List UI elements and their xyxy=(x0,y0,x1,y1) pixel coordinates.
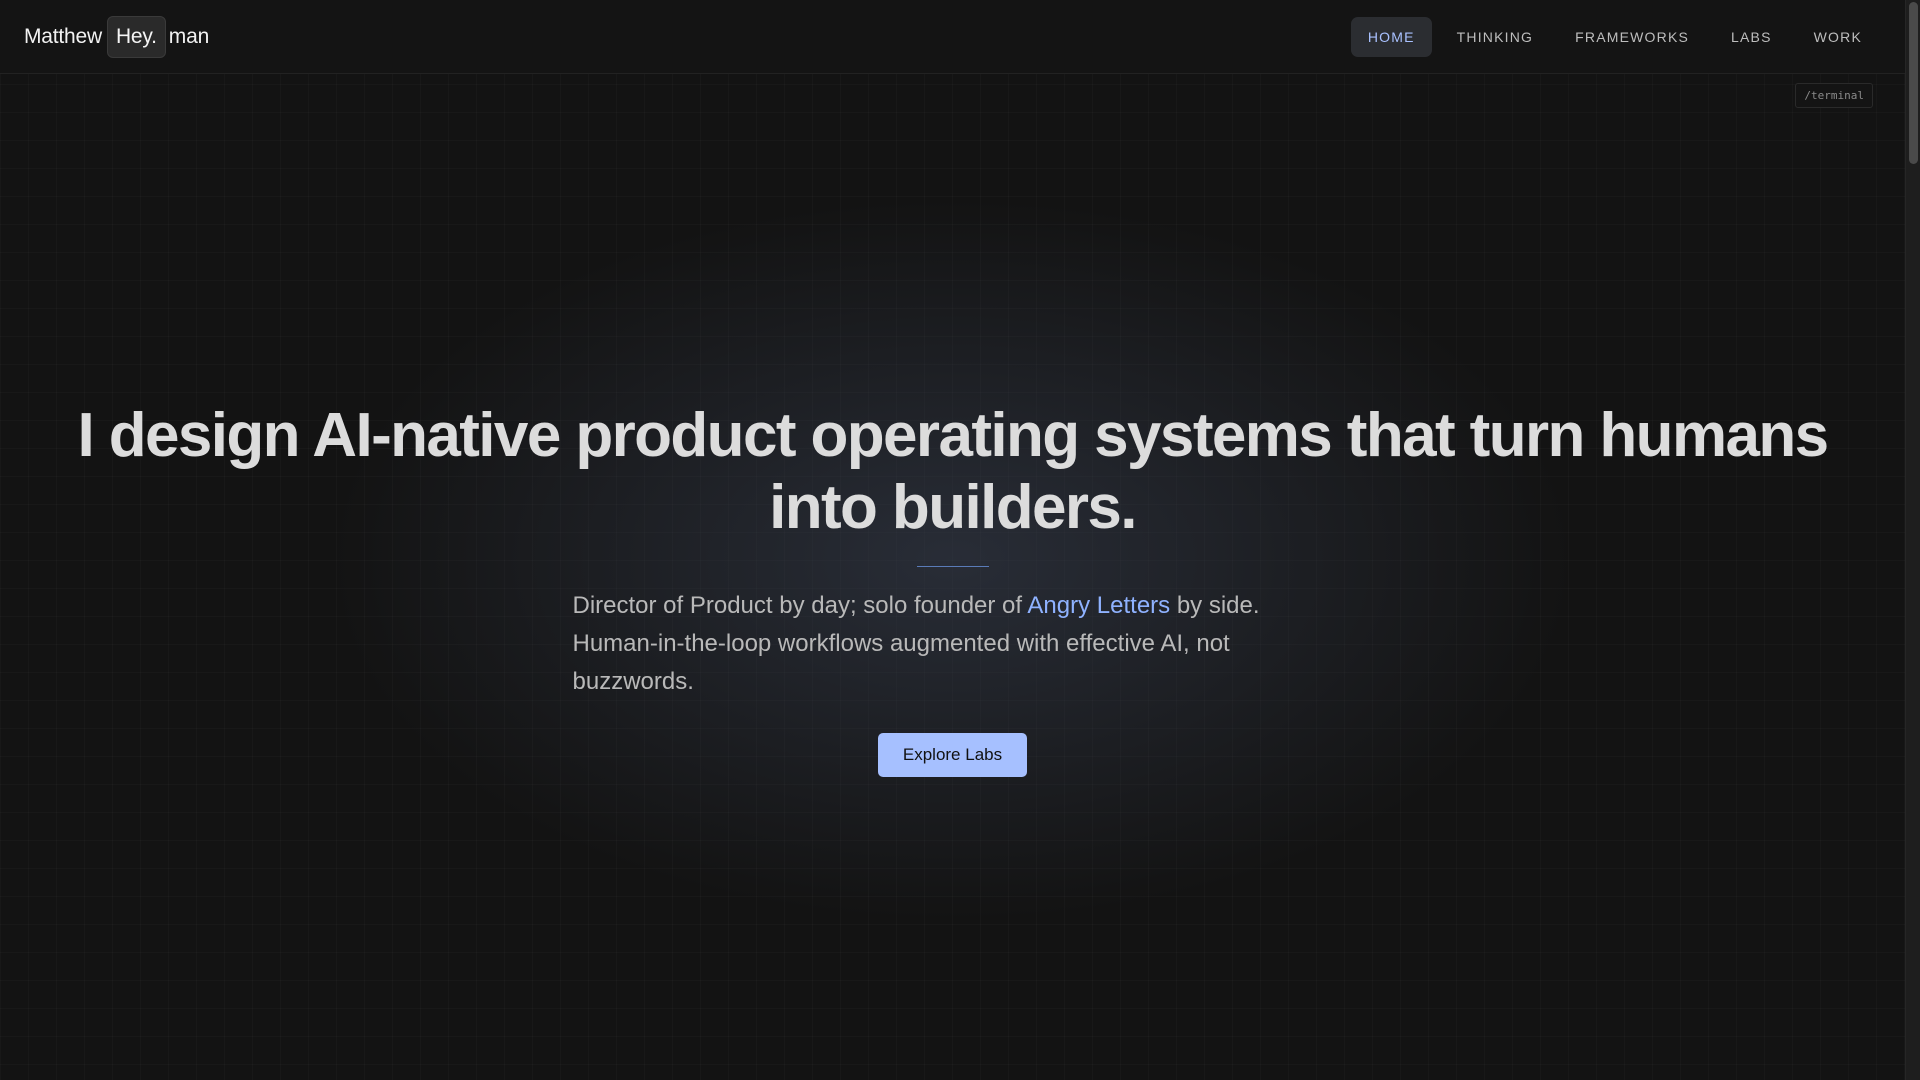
nav-item-thinking[interactable]: THINKING xyxy=(1440,17,1551,57)
scrollbar-thumb[interactable] xyxy=(1909,2,1918,164)
viewport: Matthew Hey. man HOME THINKING FRAMEWORK… xyxy=(0,0,1905,1080)
hero-subtitle-before: Director of Product by day; solo founder… xyxy=(572,592,1028,619)
nav-item-home[interactable]: HOME xyxy=(1350,17,1432,57)
page: Matthew Hey. man HOME THINKING FRAMEWORK… xyxy=(0,0,1920,1080)
nav-item-labs[interactable]: LABS xyxy=(1714,17,1789,57)
nav-item-work[interactable]: WORK xyxy=(1797,17,1879,57)
brand-badge: Hey. xyxy=(106,16,166,58)
hero-subtitle: Director of Product by day; solo founder… xyxy=(573,587,1333,701)
brand-first-name: Matthew xyxy=(24,25,102,48)
page-scrollbar[interactable] xyxy=(1905,0,1920,1080)
main-nav: HOME THINKING FRAMEWORKS LABS WORK xyxy=(1350,17,1879,57)
angry-letters-link[interactable]: Angry Letters xyxy=(1027,592,1170,619)
hero-headline: I design AI-native product operating sys… xyxy=(77,401,1829,542)
brand-last-name: man xyxy=(168,25,210,48)
nav-item-frameworks[interactable]: FRAMEWORKS xyxy=(1558,17,1706,57)
hero-section: I design AI-native product operating sys… xyxy=(0,400,1905,777)
hero-divider xyxy=(916,566,989,567)
terminal-link[interactable]: /terminal xyxy=(1795,83,1873,108)
site-header: Matthew Hey. man HOME THINKING FRAMEWORK… xyxy=(0,0,1905,74)
brand-logo[interactable]: Matthew Hey. man xyxy=(24,0,209,74)
explore-labs-button[interactable]: Explore Labs xyxy=(877,733,1028,777)
